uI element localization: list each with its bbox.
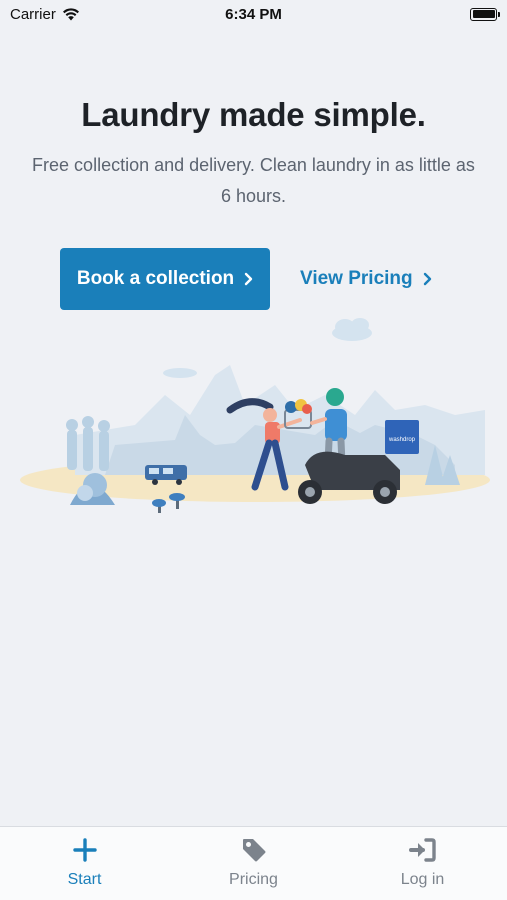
- tag-icon: [239, 835, 269, 865]
- book-collection-button[interactable]: Book a collection: [60, 248, 270, 310]
- wifi-icon: [62, 7, 79, 20]
- book-collection-label: Book a collection: [76, 268, 235, 289]
- plus-icon: [70, 835, 100, 865]
- cta-row: Book a collection View Pricing: [60, 248, 460, 310]
- carrier-label: Carrier: [10, 5, 56, 23]
- page-title: Laundry made simple.: [81, 96, 426, 133]
- chevron-right-icon: [244, 272, 253, 286]
- tab-pricing[interactable]: Pricing: [194, 835, 314, 889]
- tab-login[interactable]: Log in: [363, 835, 483, 889]
- chevron-right-icon: [423, 272, 431, 286]
- tab-bar: Start Pricing Log in: [0, 826, 507, 900]
- tab-start[interactable]: Start: [25, 835, 145, 889]
- status-left: Carrier: [10, 6, 80, 23]
- view-pricing-label: View Pricing: [300, 268, 413, 289]
- hero-illustration: washdrop: [20, 318, 490, 513]
- cloud-icon: [332, 318, 372, 341]
- battery-icon: [470, 7, 500, 21]
- tab-pricing-label: Pricing: [229, 871, 278, 888]
- page-subtitle: Free collection and delivery. Clean laun…: [32, 155, 475, 206]
- tab-start-label: Start: [67, 871, 102, 888]
- login-icon: [408, 835, 438, 865]
- tab-login-label: Log in: [400, 871, 445, 888]
- view-pricing-link[interactable]: View Pricing: [300, 268, 432, 290]
- delivery-box-logo: washdrop: [388, 437, 416, 443]
- status-bar: Carrier 6:34 PM: [0, 0, 507, 28]
